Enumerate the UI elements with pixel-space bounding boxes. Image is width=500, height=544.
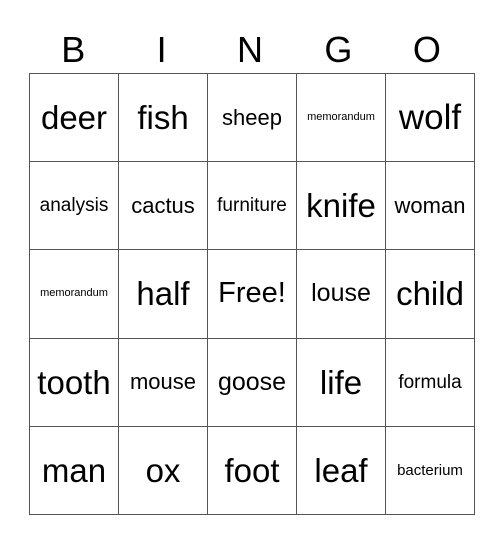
free-space-cell[interactable]: Free! [207,249,297,339]
bingo-cell[interactable]: deer [29,72,119,163]
grid-row: memorandum half Free! louse child [29,249,475,339]
bingo-cell[interactable]: cactus [118,161,208,251]
bingo-cell[interactable]: analysis [29,161,119,251]
grid-row: deer fish sheep memorandum wolf [29,72,475,163]
bingo-cell[interactable]: man [29,425,119,516]
bingo-cell[interactable]: foot [207,425,297,516]
bingo-cell[interactable]: memorandum [296,72,386,163]
bingo-cell[interactable]: ox [118,425,208,516]
bingo-cell[interactable]: bacterium [385,425,475,516]
header-letter-n: N [237,29,264,70]
bingo-cell[interactable]: wolf [385,72,475,163]
bingo-cell[interactable]: louse [296,249,386,339]
bingo-cell[interactable]: formula [385,337,475,427]
bingo-cell[interactable]: leaf [296,425,386,516]
header-letter-i: I [156,29,167,70]
header-letter-b: B [61,29,86,70]
bingo-cell[interactable]: goose [207,337,297,427]
bingo-cell[interactable]: half [118,249,208,339]
bingo-cell[interactable]: mouse [118,337,208,427]
bingo-cell[interactable]: furniture [207,161,297,251]
bingo-cell[interactable]: child [385,249,475,339]
header-letter-g: G [324,29,353,70]
grid-row: analysis cactus furniture knife woman [29,161,475,251]
bingo-cell[interactable]: sheep [207,72,297,163]
bingo-cell[interactable]: woman [385,161,475,251]
header-letter-o: O [412,29,441,70]
bingo-cell[interactable]: fish [118,72,208,163]
bingo-grid: deer fish sheep memorandum wolf analysis… [29,72,475,516]
bingo-cell[interactable]: knife [296,161,386,251]
grid-row: tooth mouse goose life formula [29,337,475,427]
grid-row: man ox foot leaf bacterium [29,425,475,516]
bingo-header: B I N G O [29,28,471,72]
bingo-cell[interactable]: memorandum [29,249,119,339]
bingo-cell[interactable]: tooth [29,337,119,427]
bingo-cell[interactable]: life [296,337,386,427]
